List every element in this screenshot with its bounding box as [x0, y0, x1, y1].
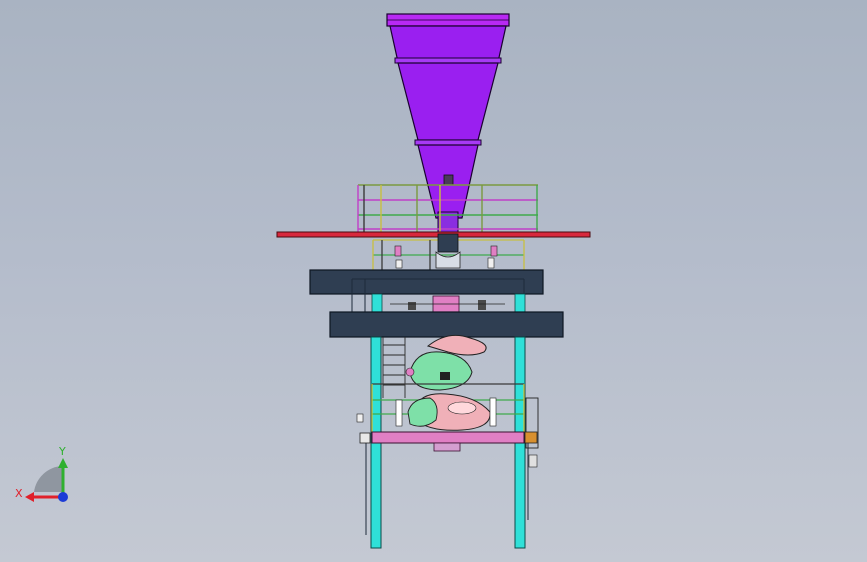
- feeder-unit: [394, 233, 498, 269]
- x-axis-label: X: [15, 487, 23, 500]
- y-axis-label: Y: [58, 445, 66, 458]
- ladder: [382, 337, 406, 398]
- bag-conveyor-upper: [405, 334, 487, 391]
- upper-platform: [276, 231, 591, 238]
- cad-viewport[interactable]: Y X: [0, 0, 867, 562]
- axis-triad: Y X: [15, 445, 68, 502]
- assembly-front-view: Y X: [15, 13, 591, 549]
- bag-conveyor-lower: [395, 393, 497, 431]
- mid-machinery: [371, 293, 526, 313]
- base-beam: [359, 431, 538, 452]
- upper-deck: [309, 269, 544, 295]
- hopper: [386, 13, 510, 235]
- lower-deck: [329, 311, 564, 338]
